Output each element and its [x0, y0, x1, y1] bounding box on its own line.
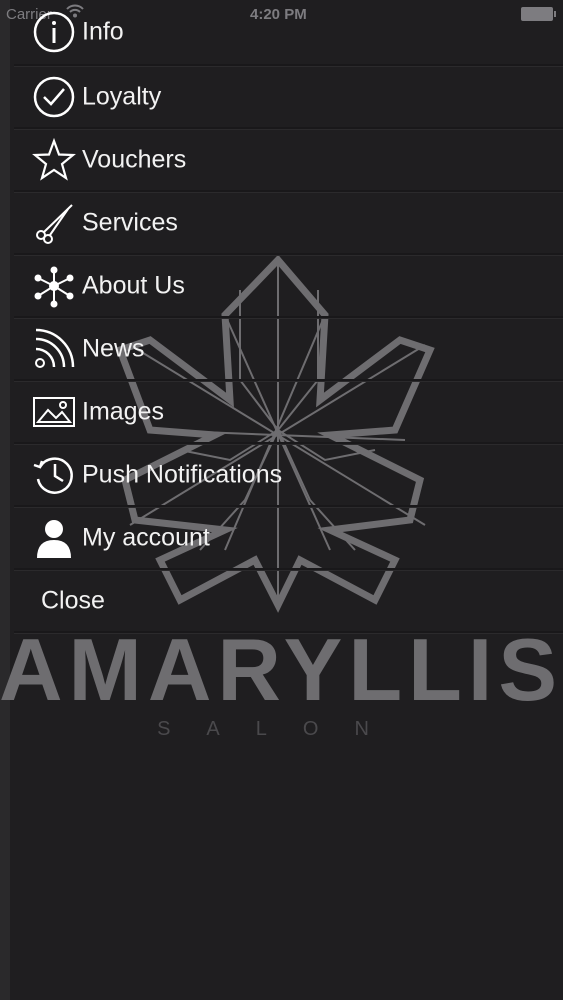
history-clock-icon: [33, 456, 73, 494]
menu-item-loyalty[interactable]: Loyalty: [14, 66, 563, 129]
menu-item-about-us[interactable]: About Us: [14, 255, 563, 318]
menu-item-label: Loyalty: [82, 82, 162, 110]
menu-item-vouchers[interactable]: Vouchers: [14, 129, 563, 192]
menu-item-label: Vouchers: [82, 145, 187, 173]
menu-item-label: News: [82, 334, 145, 362]
menu-item-label: Push Notifications: [82, 460, 283, 488]
network-icon: [34, 266, 74, 307]
menu-item-label: About Us: [82, 271, 185, 299]
scissors-icon: [36, 203, 73, 244]
rss-icon: [35, 328, 75, 368]
checkmark-circle-icon: [33, 76, 75, 117]
menu-item-push-notifications[interactable]: Push Notifications: [14, 444, 563, 507]
menu-item-services[interactable]: Services: [14, 192, 563, 255]
menu-item-news[interactable]: News: [14, 318, 563, 381]
menu-item-my-account[interactable]: My account: [14, 507, 563, 570]
side-menu: Info Loyalty Vouchers Services About Us …: [14, 0, 563, 633]
menu-close-button[interactable]: Close: [14, 570, 563, 633]
menu-item-label: Images: [82, 397, 164, 425]
menu-item-label: My account: [82, 523, 210, 551]
image-icon: [33, 396, 75, 427]
logo-wordmark: AMARYLLIS: [0, 620, 563, 719]
logo-tagline: SALON: [157, 718, 405, 740]
menu-item-images[interactable]: Images: [14, 381, 563, 444]
close-label: Close: [41, 586, 105, 614]
info-icon: [33, 11, 75, 53]
star-icon: [32, 137, 76, 181]
menu-item-label: Services: [82, 208, 178, 236]
user-icon: [37, 519, 71, 558]
menu-item-label: Info: [82, 17, 124, 46]
menu-item-info[interactable]: Info: [14, 0, 563, 66]
